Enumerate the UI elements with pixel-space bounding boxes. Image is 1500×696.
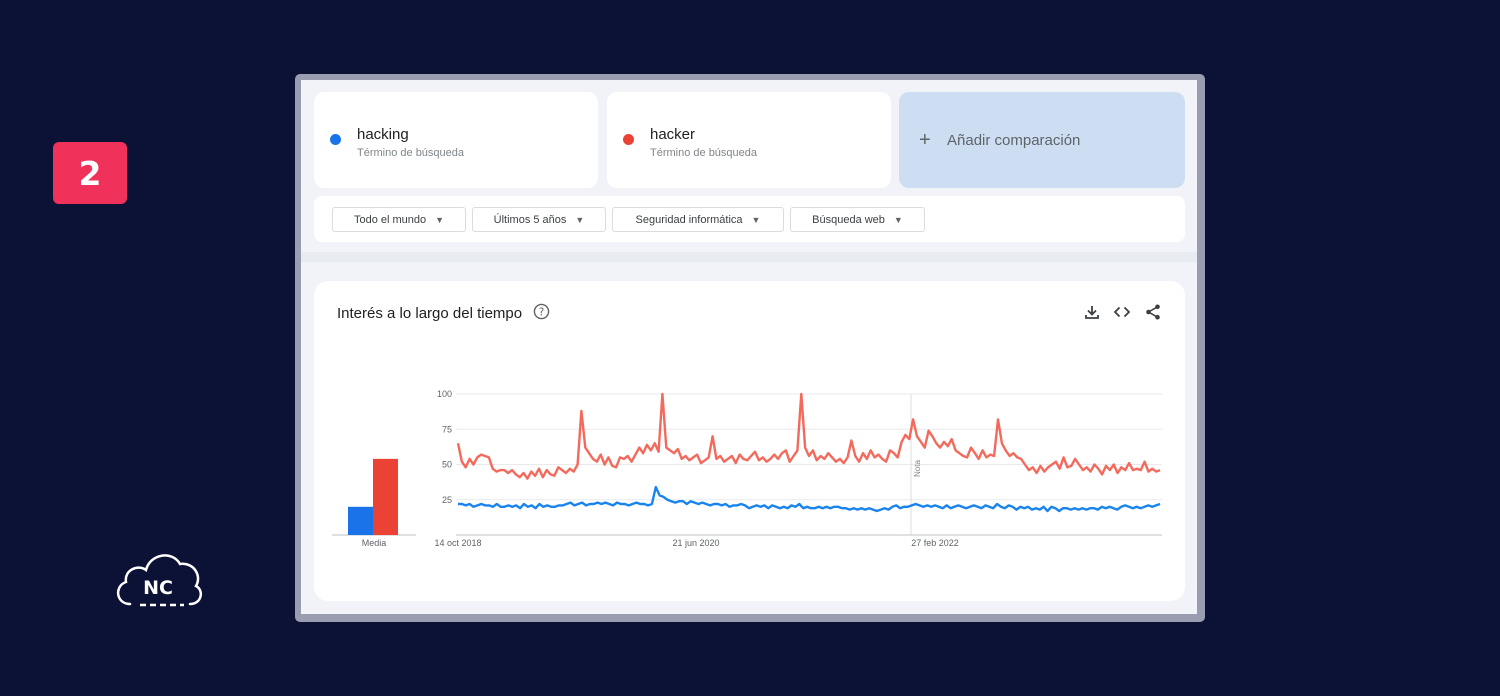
screenshot-frame: hacking Término de búsqueda hacker Térmi… [295,74,1205,622]
average-bar-hacking[interactable] [348,506,373,535]
dropdown-arrow-icon: ▼ [435,214,445,225]
dropdown-arrow-icon: ▼ [575,214,585,225]
nc-cloud-logo: NC [110,548,206,614]
y-tick-label: 50 [442,460,452,470]
y-tick-label: 100 [437,389,452,399]
filter-label: Últimos 5 años [493,213,567,226]
y-tick-label: 25 [442,495,452,505]
add-comparison-button[interactable]: + Añadir comparación [899,92,1185,188]
x-tick-label: 27 feb 2022 [911,538,959,548]
filter-label: Seguridad informática [635,213,743,226]
note-marker-label: Nota [913,460,922,477]
search-term-name[interactable]: hacking [357,126,409,143]
search-term-type: Término de búsqueda [650,147,758,159]
search-term-name[interactable]: hacker [650,126,695,143]
search-term-card-hacking[interactable]: hacking Término de búsqueda [314,92,598,188]
filter-bar: Todo el mundo ▼ Últimos 5 años ▼ Seguridad… [314,196,1185,242]
filter-region-dropdown[interactable]: Todo el mundo ▼ [332,207,466,232]
search-term-type: Término de búsqueda [357,147,465,159]
plus-icon: + [919,128,931,151]
dropdown-arrow-icon: ▼ [751,214,761,225]
filter-search-type-dropdown[interactable]: Búsqueda web ▼ [790,207,925,232]
series-line-hacker[interactable] [456,392,1161,480]
x-tick-label: 21 jun 2020 [672,538,719,548]
filter-time-range-dropdown[interactable]: Últimos 5 años ▼ [472,207,606,232]
series-color-dot [330,134,341,145]
search-term-card-hacker[interactable]: hacker Término de búsqueda [607,92,891,188]
step-number-badge: 2 [53,142,127,204]
x-tick-label: 14 oct 2018 [434,538,481,548]
series-color-dot [623,134,634,145]
average-bar-hacker[interactable] [373,458,398,535]
series-line-hacking[interactable] [458,485,1161,513]
interest-over-time-card: Interés a lo largo del tiempo ? Media 25… [314,281,1185,601]
google-trends-screen: hacking Término de búsqueda hacker Térmi… [301,80,1197,614]
interest-chart: Media 25 50 75 100 Nota 14 oct 2018 21 jun … [332,389,1162,548]
logo-text: NC [143,577,173,599]
filter-category-dropdown[interactable]: Seguridad informática ▼ [612,207,784,232]
filter-label: Todo el mundo [353,213,427,226]
add-comparison-label: Añadir comparación [947,131,1081,149]
bar-category-label: Media [362,538,387,548]
dropdown-arrow-icon: ▼ [893,214,903,225]
y-tick-label: 75 [442,424,452,434]
section-divider [301,252,1197,262]
filter-label: Búsqueda web [812,213,885,226]
